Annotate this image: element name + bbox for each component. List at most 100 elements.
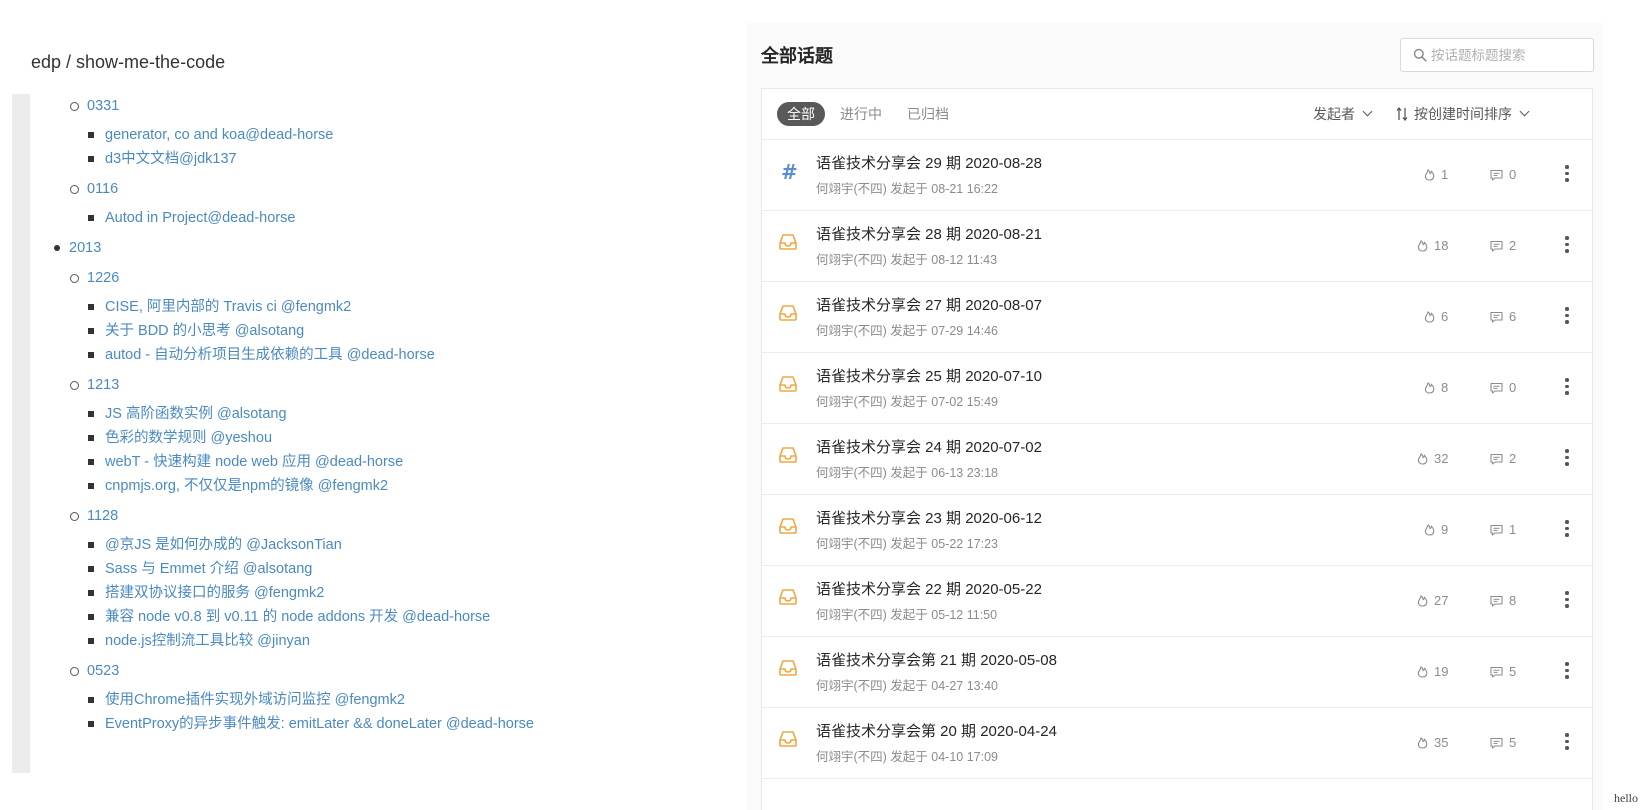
tab-archived[interactable]: 已归档 [907, 102, 949, 126]
article-link[interactable]: EventProxy的异步事件触发: emitLater && doneLate… [105, 716, 442, 732]
article-link[interactable]: Sass 与 Emmet 介绍 [105, 561, 239, 577]
author-mention[interactable]: @fengmk2 [331, 692, 405, 708]
more-options-icon[interactable] [1564, 234, 1570, 256]
topic-row[interactable]: 语雀技术分享会第 20 期 2020-04-24 何翊宇(不四) 发起于 04-1… [762, 708, 1592, 779]
article-link[interactable]: autod - 自动分析项目生成依赖的工具 [105, 347, 343, 363]
sort-dropdown[interactable]: 按创建时间排序 [1396, 102, 1530, 126]
more-options-icon[interactable] [1564, 731, 1570, 753]
more-options-icon[interactable] [1564, 589, 1570, 611]
article-link[interactable]: node.js控制流工具比较 [105, 633, 253, 649]
author-mention[interactable]: @fengmk2 [314, 478, 388, 494]
month-item: 0331 [70, 95, 119, 117]
article-link[interactable]: d3中文文档 [105, 151, 179, 167]
author-mention[interactable]: @jdk137 [179, 151, 236, 167]
more-options-icon[interactable] [1564, 376, 1570, 398]
topic-row[interactable]: 语雀技术分享会第 21 期 2020-05-08 何翊宇(不四) 发起于 04-2… [762, 637, 1592, 708]
initiator-filter-dropdown[interactable]: 发起者 [1313, 102, 1373, 126]
month-link[interactable]: 0331 [87, 98, 119, 114]
search-input[interactable] [1431, 40, 1589, 70]
year-item: 2013 [54, 237, 101, 259]
topic-row[interactable]: 语雀技术分享会 25 期 2020-07-10 何翊宇(不四) 发起于 07-02… [762, 353, 1592, 424]
topic-row[interactable]: # 语雀技术分享会 29 期 2020-08-28 何翊宇(不四) 发起于 08-2… [762, 140, 1592, 211]
likes-count: 19 [1417, 663, 1448, 681]
topic-row[interactable]: 语雀技术分享会 24 期 2020-07-02 何翊宇(不四) 发起于 06-13… [762, 424, 1592, 495]
article-link[interactable]: 兼容 node v0.8 到 v0.11 的 node addons 开发 [105, 609, 398, 625]
author-mention[interactable]: @alsotang [239, 561, 313, 577]
year-link[interactable]: 2013 [69, 240, 101, 256]
article-link[interactable]: 关于 BDD 的小思考 [105, 323, 231, 339]
comments-count: 0 [1490, 166, 1516, 184]
comments-value: 8 [1509, 593, 1517, 608]
author-mention[interactable]: @alsotang [231, 323, 305, 339]
inbox-icon [777, 373, 799, 395]
topic-meta: 何翊宇(不四) 发起于 07-02 15:49 [816, 395, 998, 409]
article-link[interactable]: CISE, 阿里内部的 Travis ci [105, 299, 277, 315]
article-link[interactable]: Autod in Project [105, 210, 207, 226]
author-mention[interactable]: @alsotang [213, 406, 287, 422]
search-box[interactable] [1400, 38, 1594, 72]
likes-value: 8 [1441, 380, 1449, 395]
author-mention[interactable]: @dead-horse [207, 210, 295, 226]
author-mention[interactable]: @dead-horse [343, 347, 435, 363]
inbox-icon [777, 515, 799, 537]
likes-value: 27 [1434, 593, 1449, 608]
tab-all[interactable]: 全部 [777, 102, 825, 126]
month-link[interactable]: 0116 [87, 181, 118, 197]
topic-meta: 何翊宇(不四) 发起于 07-29 14:46 [816, 324, 998, 338]
tab-in-progress[interactable]: 进行中 [840, 102, 882, 126]
topic-row[interactable]: 语雀技术分享会 27 期 2020-08-07 何翊宇(不四) 发起于 07-29… [762, 282, 1592, 353]
article-link[interactable]: JS 高阶函数实例 [105, 406, 213, 422]
author-mention[interactable]: @fengmk2 [277, 299, 351, 315]
article-item: 搭建双协议接口的服务 @fengmk2 [88, 582, 324, 604]
article-link[interactable]: 搭建双协议接口的服务 [105, 585, 250, 601]
more-options-icon[interactable] [1564, 660, 1570, 682]
author-mention[interactable]: @jinyan [253, 633, 310, 649]
topic-title[interactable]: 语雀技术分享会第 20 期 2020-04-24 [816, 720, 1057, 741]
author-mention[interactable]: @dead-horse [245, 127, 333, 143]
author-mention[interactable]: @JacksonTian [242, 537, 342, 553]
topic-title[interactable]: 语雀技术分享会 29 期 2020-08-28 [816, 152, 1042, 173]
article-link[interactable]: webT - 快速构建 node web 应用 [105, 454, 311, 470]
watermark: hello [1614, 791, 1638, 805]
author-mention[interactable]: @fengmk2 [250, 585, 324, 601]
more-options-icon[interactable] [1564, 163, 1570, 185]
more-options-icon[interactable] [1564, 447, 1570, 469]
author-mention[interactable]: @dead-horse [311, 454, 403, 470]
topic-title[interactable]: 语雀技术分享会 22 期 2020-05-22 [816, 578, 1042, 599]
article-item: generator, co and koa@dead-horse [88, 124, 333, 146]
article-item: Autod in Project@dead-horse [88, 207, 295, 229]
article-link[interactable]: generator, co and koa [105, 127, 245, 143]
article-item: JS 高阶函数实例 @alsotang [88, 403, 287, 425]
flame-icon [1424, 309, 1441, 324]
month-link[interactable]: 1226 [87, 270, 119, 286]
topic-title[interactable]: 语雀技术分享会 27 期 2020-08-07 [816, 294, 1042, 315]
article-link[interactable]: 色彩的数学规则 [105, 430, 207, 446]
month-link[interactable]: 1213 [87, 377, 119, 393]
article-item: 色彩的数学规则 @yeshou [88, 427, 272, 449]
article-item: node.js控制流工具比较 @jinyan [88, 630, 310, 652]
inbox-icon [777, 728, 799, 750]
author-mention[interactable]: @yeshou [207, 430, 273, 446]
repo-title: edp / show-me-the-code [31, 52, 226, 72]
author-mention[interactable]: @dead-horse [442, 716, 534, 732]
month-link[interactable]: 1128 [87, 508, 118, 524]
topic-title[interactable]: 语雀技术分享会 25 期 2020-07-10 [816, 365, 1042, 386]
article-link[interactable]: cnpmjs.org, 不仅仅是npm的镜像 [105, 478, 314, 494]
more-options-icon[interactable] [1564, 305, 1570, 327]
hash-icon: # [781, 160, 798, 184]
article-link[interactable]: @京JS 是如何办成的 [105, 537, 242, 553]
month-link[interactable]: 0523 [87, 663, 119, 679]
more-options-icon[interactable] [1564, 518, 1570, 540]
topic-title[interactable]: 语雀技术分享会第 21 期 2020-05-08 [816, 649, 1057, 670]
topic-row[interactable]: 语雀技术分享会 23 期 2020-06-12 何翊宇(不四) 发起于 05-22… [762, 495, 1592, 566]
article-link[interactable]: 使用Chrome插件实现外域访问监控 [105, 692, 331, 708]
author-mention[interactable]: @dead-horse [398, 609, 490, 625]
topic-title[interactable]: 语雀技术分享会 23 期 2020-06-12 [816, 507, 1042, 528]
topic-row[interactable]: 语雀技术分享会 28 期 2020-08-21 何翊宇(不四) 发起于 08-12… [762, 211, 1592, 282]
topic-row[interactable]: 语雀技术分享会 22 期 2020-05-22 何翊宇(不四) 发起于 05-12… [762, 566, 1592, 637]
topic-meta: 何翊宇(不四) 发起于 06-13 23:18 [816, 466, 998, 480]
topic-title[interactable]: 语雀技术分享会 28 期 2020-08-21 [816, 223, 1042, 244]
comment-icon [1490, 735, 1509, 750]
chevron-down-icon [1519, 106, 1530, 117]
topic-title[interactable]: 语雀技术分享会 24 期 2020-07-02 [816, 436, 1042, 457]
